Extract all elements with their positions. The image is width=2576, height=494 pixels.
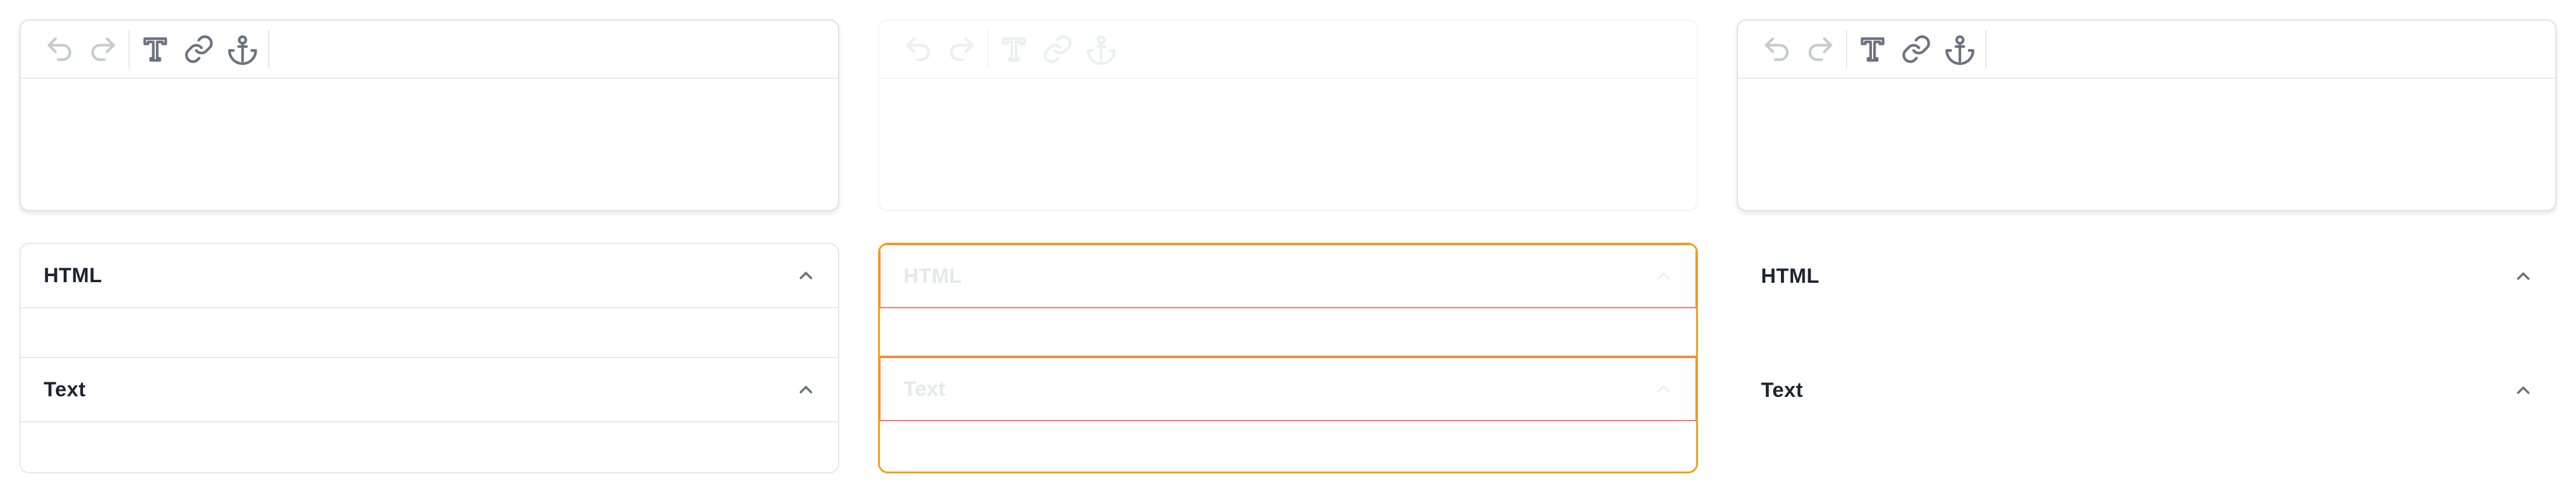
text-format-icon	[1002, 37, 1026, 62]
text-section-header: Text	[880, 357, 1696, 421]
toolbar-divider	[1985, 30, 1987, 69]
undo-icon	[47, 37, 72, 61]
toolbar-divider	[129, 30, 130, 69]
link-icon	[1044, 35, 1072, 63]
toolbar-divider	[268, 30, 269, 69]
text-section-title: Text	[1761, 378, 1803, 402]
redo-icon	[950, 37, 974, 61]
link-button[interactable]	[1894, 27, 1938, 71]
toolbar-divider	[1846, 30, 1847, 69]
html-section-header[interactable]: HTML	[21, 244, 838, 308]
text-section-header[interactable]: Text	[21, 358, 838, 422]
html-section-header[interactable]: HTML	[1738, 244, 2555, 308]
text-format-button[interactable]	[133, 27, 177, 71]
undo-button[interactable]	[38, 27, 81, 71]
toolbar-divider	[987, 30, 988, 69]
text-format-button	[992, 27, 1036, 71]
editor-toolbar	[879, 21, 1697, 79]
html-section-header: HTML	[880, 245, 1696, 308]
source-panels: HTML Text	[878, 243, 1698, 473]
html-section-content[interactable]	[21, 308, 838, 358]
redo-icon	[91, 37, 115, 61]
redo-button[interactable]	[1799, 27, 1842, 71]
text-format-icon	[143, 37, 167, 62]
redo-button	[940, 27, 984, 71]
chevron-up-icon[interactable]	[796, 379, 816, 400]
text-section-content[interactable]	[21, 422, 838, 472]
html-section-title: HTML	[44, 263, 102, 287]
chevron-up-icon[interactable]	[2513, 380, 2534, 401]
source-panels: HTML Text	[19, 243, 839, 473]
editor-toolbar	[21, 21, 838, 79]
chevron-up-icon[interactable]	[796, 265, 816, 286]
undo-button	[896, 27, 940, 71]
undo-icon	[906, 37, 930, 61]
anchor-button[interactable]	[221, 27, 264, 71]
html-section-content[interactable]	[1738, 308, 2555, 358]
redo-icon	[1808, 37, 1833, 61]
undo-button[interactable]	[1755, 27, 1799, 71]
chevron-up-icon	[1653, 379, 1674, 399]
source-panels: HTML Text	[1737, 243, 2557, 473]
redo-button[interactable]	[81, 27, 125, 71]
link-icon	[1902, 35, 1930, 63]
undo-icon	[1765, 37, 1789, 61]
text-section-content[interactable]	[1738, 422, 2555, 472]
chevron-up-icon[interactable]	[2513, 266, 2534, 286]
text-section-header[interactable]: Text	[1738, 358, 2555, 422]
text-section-title: Text	[44, 377, 86, 401]
anchor-button	[1079, 27, 1123, 71]
text-format-icon	[1860, 37, 1885, 62]
text-format-button[interactable]	[1851, 27, 1894, 71]
html-section-title: HTML	[904, 264, 962, 288]
link-button[interactable]	[177, 27, 221, 71]
html-section-content	[880, 308, 1696, 357]
link-button	[1036, 27, 1079, 71]
rich-text-editor	[1737, 19, 2557, 211]
chevron-up-icon	[1653, 266, 1674, 286]
link-icon	[185, 35, 213, 63]
text-section-content	[880, 421, 1696, 470]
anchor-button[interactable]	[1938, 27, 1982, 71]
rich-text-editor	[878, 19, 1698, 211]
anchor-icon	[1945, 35, 1974, 65]
html-section-title: HTML	[1761, 264, 1820, 288]
anchor-icon	[228, 35, 257, 65]
editor-toolbar	[1738, 21, 2555, 79]
anchor-icon	[1087, 35, 1116, 65]
text-section-title: Text	[904, 377, 946, 401]
rich-text-editor	[19, 19, 839, 211]
